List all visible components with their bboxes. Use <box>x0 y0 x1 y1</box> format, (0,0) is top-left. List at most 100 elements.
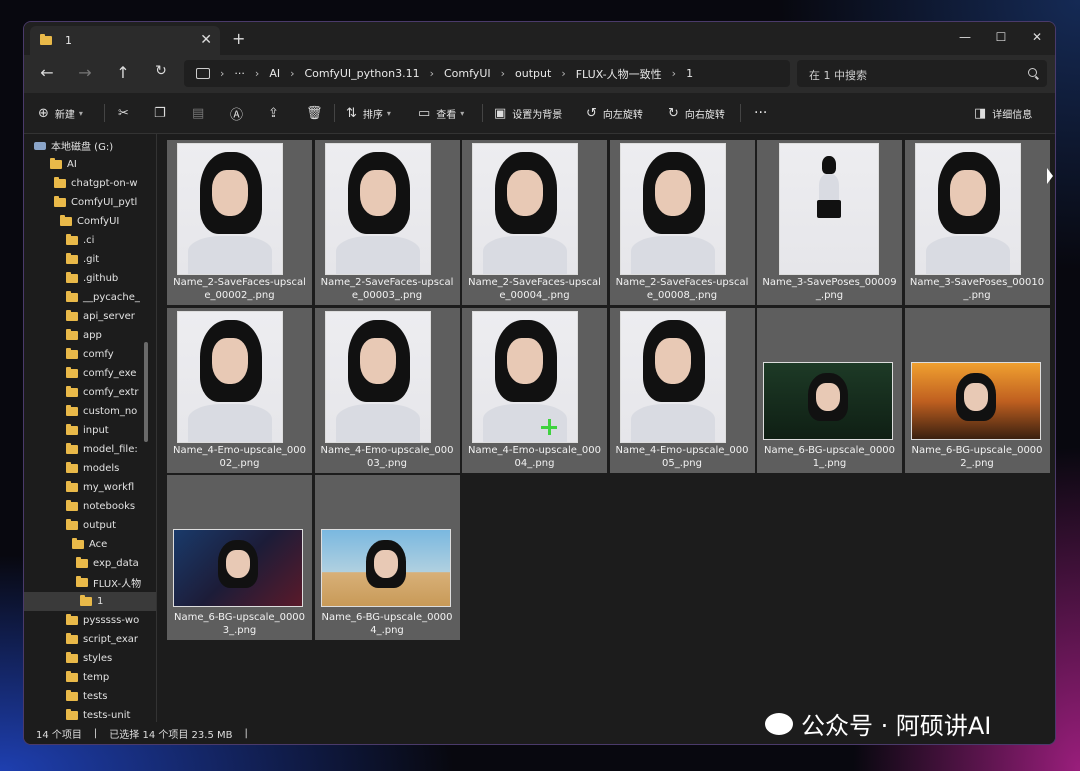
divider <box>740 104 741 122</box>
file-tile[interactable]: Name_6-BG-upscale_00002_.png <box>904 307 1050 473</box>
file-tile[interactable]: Name_4-Emo-upscale_00003_.png <box>314 307 460 473</box>
sidebar-item[interactable]: tests <box>66 687 107 706</box>
sidebar-item[interactable]: comfy_extr <box>66 383 139 402</box>
details-button[interactable]: ◨ 详细信息 <box>974 93 1032 133</box>
chevron-right-icon[interactable]: › <box>561 67 565 80</box>
sidebar-item[interactable]: tests-unit <box>66 706 130 722</box>
share-button[interactable]: ⇪ <box>268 93 285 133</box>
close-window-button[interactable]: ✕ <box>1019 22 1055 52</box>
chevron-right-icon[interactable]: › <box>672 67 676 80</box>
view-button[interactable]: ▭ 查看 ▾ <box>418 93 464 133</box>
breadcrumb-item[interactable]: ComfyUI <box>444 67 491 80</box>
selection-info: 已选择 14 个项目 23.5 MB <box>109 729 233 741</box>
delete-button[interactable]: 🗑 <box>306 93 329 133</box>
sidebar-item-label: app <box>83 330 102 341</box>
sidebar-item[interactable]: .github <box>66 269 118 288</box>
paste-button[interactable]: ▤ <box>192 93 210 133</box>
cut-button[interactable]: ✂ <box>118 93 135 133</box>
breadcrumb[interactable]: › ··· › AI › ComfyUI_python3.11 › ComfyU… <box>184 60 790 87</box>
sidebar-item[interactable]: .git <box>66 250 99 269</box>
sidebar-item[interactable]: pysssss-wo <box>66 611 139 630</box>
sidebar-item[interactable]: exp_data <box>76 554 139 573</box>
breadcrumb-item[interactable]: FLUX-人物一致性 <box>576 66 662 82</box>
maximize-button[interactable]: ☐ <box>983 22 1019 52</box>
sidebar-item[interactable]: model_file: <box>66 440 138 459</box>
sidebar-item-label: ComfyUI <box>77 216 120 227</box>
sidebar-item[interactable]: app <box>66 326 102 345</box>
sidebar-item[interactable]: chatgpt-on-w <box>54 174 138 193</box>
file-tile[interactable]: Name_4-Emo-upscale_00005_.png <box>609 307 755 473</box>
sidebar-item[interactable]: script_exar <box>66 630 138 649</box>
sidebar-item[interactable]: styles <box>66 649 112 668</box>
tab-1[interactable]: 1 ✕ <box>30 26 220 55</box>
file-name: Name_4-Emo-upscale_00005_.png <box>615 444 749 469</box>
refresh-button[interactable]: ↻ <box>150 63 172 79</box>
rotate-right-button[interactable]: ↻ 向右旋转 <box>668 93 725 133</box>
sidebar-item[interactable]: ComfyUI_pytl <box>54 193 137 212</box>
file-tile[interactable]: Name_4-Emo-upscale_00004_.png <box>462 307 607 473</box>
search-input[interactable]: 在 1 中搜索 <box>797 60 1047 87</box>
up-button[interactable]: ↑ <box>112 63 134 82</box>
chevron-right-icon[interactable]: › <box>501 67 505 80</box>
file-tile[interactable]: Name_2-SaveFaces-upscale_00002_.png <box>167 140 312 305</box>
folder-icon <box>66 443 78 454</box>
sort-button[interactable]: ⇅ 排序 ▾ <box>346 93 391 133</box>
sidebar-item[interactable]: comfy <box>66 345 114 364</box>
sidebar-item[interactable]: 1 <box>24 592 156 611</box>
forward-button[interactable]: → <box>74 63 96 82</box>
close-tab-icon[interactable]: ✕ <box>200 32 212 48</box>
sidebar-item[interactable]: Ace <box>72 535 107 554</box>
sidebar-item[interactable]: __pycache_ <box>66 288 140 307</box>
new-button[interactable]: ⊕ 新建 ▾ <box>38 93 83 133</box>
sidebar-item[interactable]: notebooks <box>66 497 135 516</box>
sidebar-item[interactable]: models <box>66 459 119 478</box>
sidebar-item[interactable]: comfy_exe <box>66 364 136 383</box>
breadcrumb-item[interactable]: output <box>515 67 551 80</box>
file-tile[interactable]: Name_6-BG-upscale_00003_.png <box>167 475 312 640</box>
file-tile[interactable]: Name_3-SavePoses_00009_.png <box>757 140 902 305</box>
title-bar: 1 ✕ + — ☐ ✕ <box>24 22 1055 55</box>
watermark: 公众号 · 阿硕讲AI <box>765 706 991 741</box>
sidebar-item[interactable]: ComfyUI <box>60 212 119 231</box>
divider <box>482 104 483 122</box>
breadcrumb-item[interactable]: 1 <box>686 67 693 80</box>
chevron-right-icon[interactable]: › <box>220 67 224 80</box>
sidebar-item[interactable]: .ci <box>66 231 94 250</box>
breadcrumb-item[interactable]: AI <box>269 67 280 80</box>
minimize-button[interactable]: — <box>947 22 983 52</box>
back-button[interactable]: ← <box>36 63 58 82</box>
set-as-background-button[interactable]: ▣ 设置为背景 <box>494 93 562 133</box>
sidebar-item[interactable]: 本地磁盘 (G:) <box>34 136 113 155</box>
sidebar-item[interactable]: custom_no <box>66 402 137 421</box>
new-tab-button[interactable]: + <box>232 29 245 48</box>
sidebar-item[interactable]: FLUX-人物 <box>76 573 141 592</box>
view-icon: ▭ <box>418 105 431 121</box>
folder-icon <box>66 386 78 397</box>
file-tile[interactable]: Name_3-SavePoses_00010_.png <box>904 140 1050 305</box>
rename-button[interactable]: Ⓐ <box>230 93 249 133</box>
chevron-right-icon[interactable]: › <box>255 67 259 80</box>
sidebar-item[interactable]: my_workfl <box>66 478 134 497</box>
file-tile[interactable]: Name_6-BG-upscale_00001_.png <box>757 307 902 473</box>
file-tile[interactable]: Name_2-SaveFaces-upscale_00008_.png <box>609 140 755 305</box>
sidebar-item[interactable]: input <box>66 421 109 440</box>
file-tile[interactable]: Name_4-Emo-upscale_00002_.png <box>167 307 312 473</box>
breadcrumb-more[interactable]: ··· <box>234 67 245 80</box>
file-tile[interactable]: Name_2-SaveFaces-upscale_00003_.png <box>314 140 460 305</box>
sidebar-item[interactable]: AI <box>50 155 77 174</box>
rotate-left-label: 向左旋转 <box>602 109 643 121</box>
breadcrumb-item[interactable]: ComfyUI_python3.11 <box>305 67 420 80</box>
more-options-button[interactable]: ··· <box>754 93 767 133</box>
chevron-right-icon[interactable]: › <box>290 67 294 80</box>
sidebar-item[interactable]: output <box>66 516 116 535</box>
sidebar-scrollbar[interactable] <box>144 342 148 442</box>
file-tile[interactable]: Name_2-SaveFaces-upscale_00004_.png <box>462 140 607 305</box>
copy-button[interactable]: ❐ <box>154 93 172 133</box>
rotate-left-button[interactable]: ↺ 向左旋转 <box>586 93 643 133</box>
mouse-cursor-icon <box>1047 168 1053 184</box>
scissors-icon: ✂ <box>118 105 129 121</box>
file-tile[interactable]: Name_6-BG-upscale_00004_.png <box>314 475 460 640</box>
chevron-right-icon[interactable]: › <box>430 67 434 80</box>
sidebar-item[interactable]: temp <box>66 668 109 687</box>
sidebar-item[interactable]: api_server <box>66 307 135 326</box>
